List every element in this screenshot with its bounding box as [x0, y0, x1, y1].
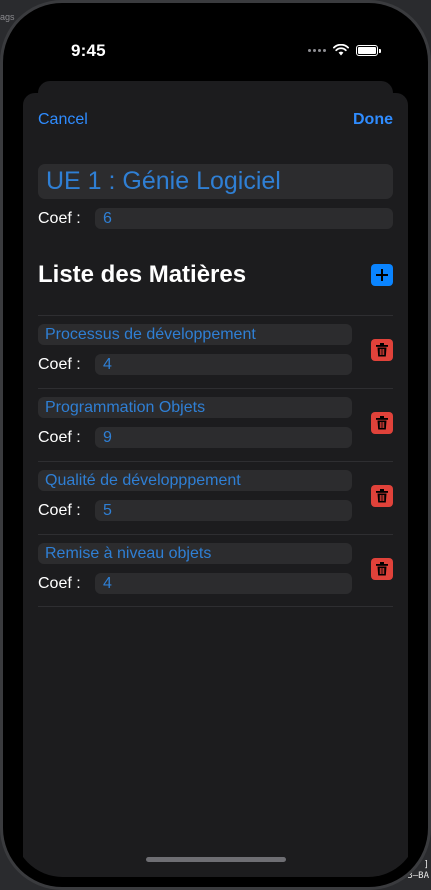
phone-bezel: 9:45 Cancel Done UE 1 : Génie Logiciel C… [3, 3, 428, 887]
divider [38, 606, 393, 607]
list-item: Programmation Objets Coef : 9 [38, 388, 393, 460]
matiere-name-field[interactable]: Processus de développement [38, 324, 352, 345]
done-button[interactable]: Done [353, 111, 393, 129]
matiere-coef-label: Coef : [38, 355, 81, 373]
list-item: Qualité de développpement Coef : 5 [38, 461, 393, 533]
matiere-coef-row: Coef : 9 [38, 427, 352, 448]
ue-title-field[interactable]: UE 1 : Génie Logiciel [38, 164, 393, 199]
phone-screen: 9:45 Cancel Done UE 1 : Génie Logiciel C… [13, 13, 418, 877]
battery-icon [356, 44, 381, 56]
trash-icon [376, 562, 388, 576]
ue-coef-label: Coef : [38, 209, 81, 227]
delete-matiere-button[interactable] [371, 339, 393, 361]
delete-matiere-button[interactable] [371, 412, 393, 434]
delete-matiere-button[interactable] [371, 558, 393, 580]
list-item: Processus de développement Coef : 4 [38, 315, 393, 387]
matiere-coef-label: Coef : [38, 501, 81, 519]
home-indicator[interactable] [145, 857, 286, 862]
matiere-coef-label: Coef : [38, 574, 81, 592]
phone-frame: 9:45 Cancel Done UE 1 : Génie Logiciel C… [0, 0, 431, 890]
edit-sheet: Cancel Done UE 1 : Génie Logiciel Coef :… [23, 93, 408, 877]
cancel-button[interactable]: Cancel [38, 111, 88, 129]
trash-icon [376, 416, 388, 430]
signal-dots-icon [308, 48, 326, 52]
matiere-coef-row: Coef : 4 [38, 573, 352, 594]
ue-coef-field[interactable]: 6 [95, 208, 393, 229]
trash-icon [376, 489, 388, 503]
trash-icon [376, 343, 388, 357]
matiere-name-field[interactable]: Qualité de développpement [38, 470, 352, 491]
add-matiere-button[interactable] [371, 264, 393, 286]
delete-matiere-button[interactable] [371, 485, 393, 507]
list-item: Remise à niveau objets Coef : 4 [38, 534, 393, 606]
matiere-name-field[interactable]: Programmation Objets [38, 397, 352, 418]
wifi-icon [333, 44, 349, 56]
section-title: Liste des Matières [38, 261, 247, 288]
matiere-name-field[interactable]: Remise à niveau objets [38, 543, 352, 564]
matiere-coef-field[interactable]: 4 [95, 573, 352, 594]
ue-coef-row: Coef : 6 [38, 208, 393, 229]
matiere-coef-field[interactable]: 4 [95, 354, 352, 375]
background-tag-text: ags [0, 12, 15, 22]
matiere-coef-row: Coef : 5 [38, 500, 352, 521]
status-indicators [308, 44, 381, 56]
matiere-coef-row: Coef : 4 [38, 354, 352, 375]
matiere-coef-label: Coef : [38, 428, 81, 446]
matiere-coef-field[interactable]: 5 [95, 500, 352, 521]
status-time: 9:45 [71, 41, 106, 60]
matiere-coef-field[interactable]: 9 [95, 427, 352, 448]
